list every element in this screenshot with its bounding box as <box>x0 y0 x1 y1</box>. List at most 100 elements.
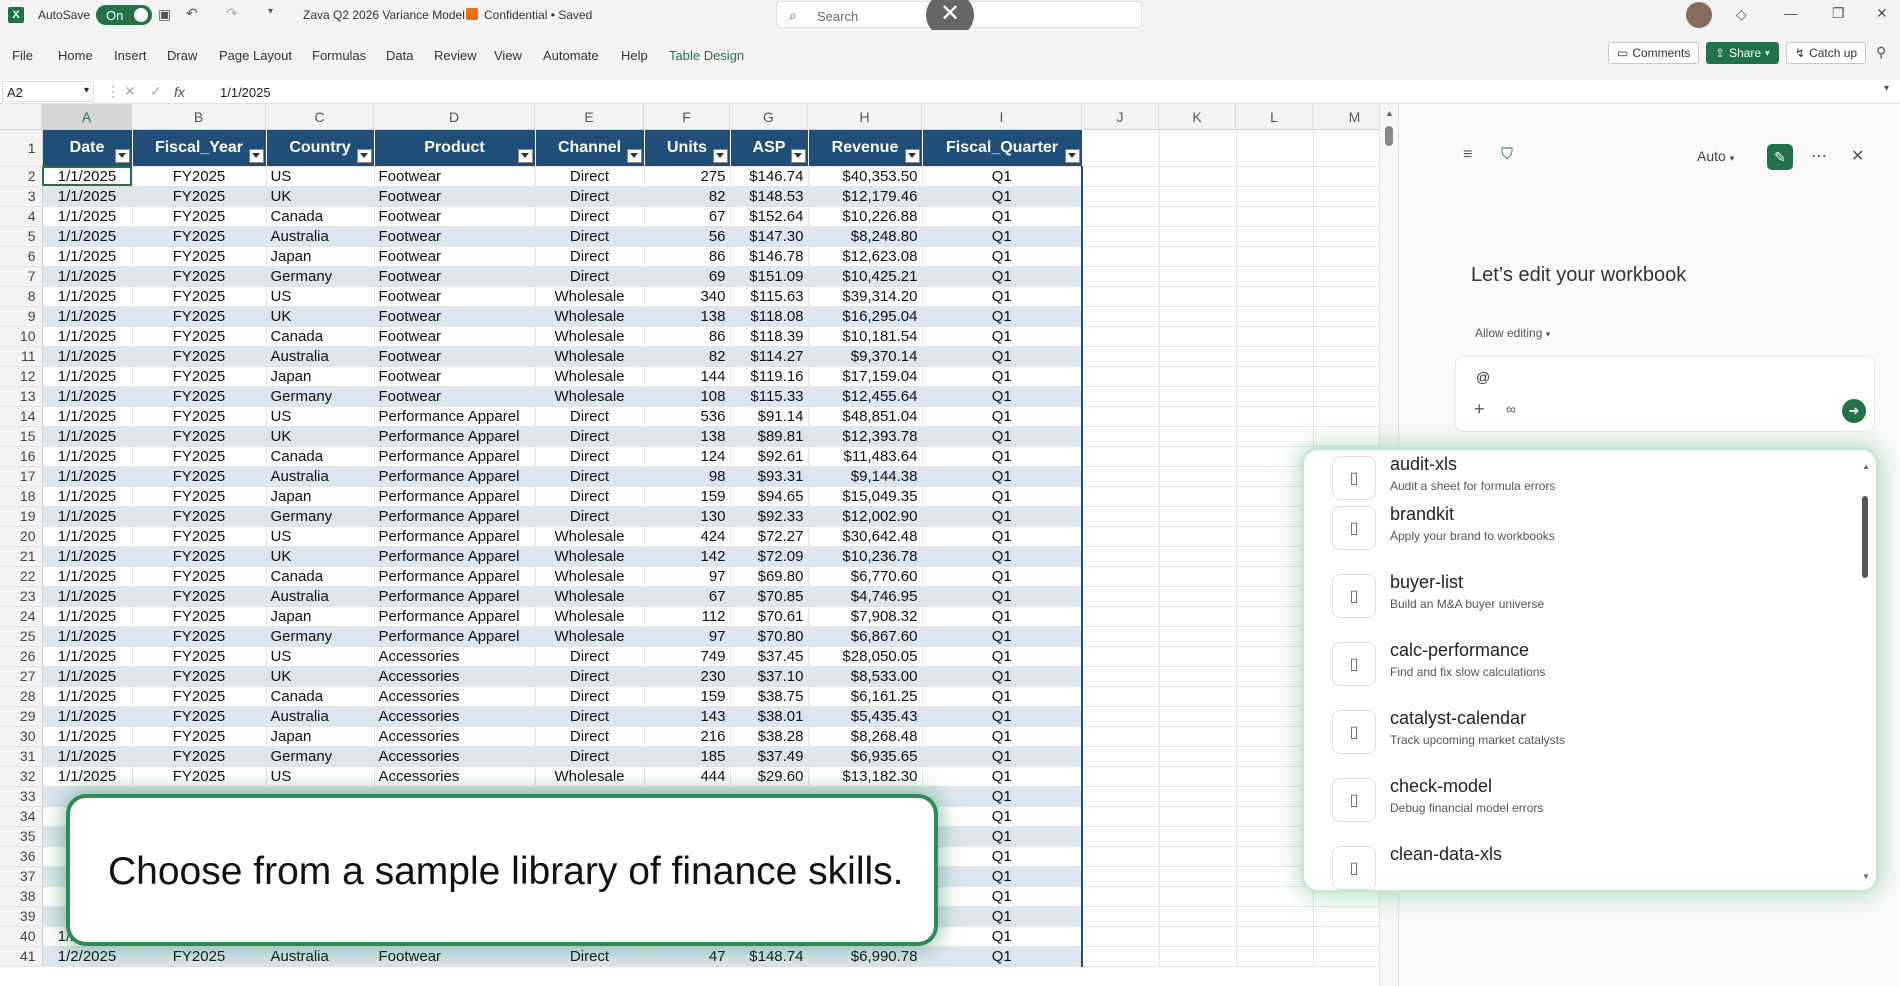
table-cell[interactable]: FY2025 <box>132 666 267 687</box>
table-cell[interactable]: Performance Apparel <box>374 506 536 527</box>
filter-dropdown-icon[interactable] <box>904 148 920 163</box>
table-cell[interactable]: FY2025 <box>132 186 267 207</box>
row-header[interactable]: 39 <box>0 906 43 927</box>
table-cell[interactable]: Performance Apparel <box>374 586 536 607</box>
empty-cell[interactable] <box>1236 206 1314 227</box>
row-header[interactable]: 35 <box>0 826 43 847</box>
new-chat-icon[interactable]: ✎ <box>1767 144 1793 170</box>
empty-cell[interactable] <box>1236 406 1314 427</box>
column-header-h[interactable]: H <box>808 104 922 130</box>
table-cell[interactable]: Footwear <box>374 386 536 407</box>
restore-icon[interactable]: ❐ <box>1832 5 1845 22</box>
empty-cell[interactable] <box>1159 466 1237 487</box>
table-cell[interactable]: Australia <box>266 706 375 727</box>
table-cell[interactable]: Q1 <box>922 946 1083 967</box>
scroll-thumb[interactable] <box>1385 126 1393 146</box>
empty-cell[interactable] <box>1159 886 1237 907</box>
empty-cell[interactable] <box>1082 466 1160 487</box>
table-cell[interactable]: Wholesale <box>535 326 645 347</box>
table-cell[interactable]: Wholesale <box>535 766 645 787</box>
attach-link-icon[interactable]: ∞ <box>1506 401 1516 417</box>
more-options-icon[interactable]: ⋯ <box>1811 146 1827 166</box>
table-cell[interactable]: 1/1/2025 <box>42 346 133 367</box>
save-icon[interactable]: ▣ <box>158 6 171 23</box>
table-cell[interactable]: Direct <box>535 446 645 467</box>
table-cell[interactable]: Q1 <box>922 826 1083 847</box>
table-cell[interactable]: Canada <box>266 686 375 707</box>
table-cell[interactable]: $148.53 <box>730 186 809 207</box>
table-cell[interactable]: 1/1/2025 <box>42 186 133 207</box>
table-cell[interactable]: 1/1/2025 <box>42 526 133 547</box>
empty-cell[interactable] <box>1082 566 1160 587</box>
empty-cell[interactable] <box>1159 446 1237 467</box>
table-cell[interactable]: 1/1/2025 <box>42 226 133 247</box>
table-cell[interactable]: Q1 <box>922 266 1083 287</box>
tab-help[interactable]: Help <box>621 48 648 63</box>
table-cell[interactable]: $4,746.95 <box>808 586 923 607</box>
row-header[interactable]: 36 <box>0 846 43 867</box>
table-cell[interactable]: $118.08 <box>730 306 809 327</box>
table-cell[interactable]: $91.14 <box>730 406 809 427</box>
table-cell[interactable]: $69.80 <box>730 566 809 587</box>
table-cell[interactable]: Germany <box>266 506 375 527</box>
table-cell[interactable]: $8,248.80 <box>808 226 923 247</box>
empty-cell[interactable] <box>1159 546 1237 567</box>
table-cell[interactable]: Q1 <box>922 326 1083 347</box>
table-cell[interactable]: Performance Apparel <box>374 446 536 467</box>
table-cell[interactable]: 1/1/2025 <box>42 566 133 587</box>
table-cell[interactable]: $12,393.78 <box>808 426 923 447</box>
table-cell[interactable]: $70.80 <box>730 626 809 647</box>
formula-input[interactable]: 1/1/2025 <box>220 85 271 100</box>
table-cell[interactable]: $10,181.54 <box>808 326 923 347</box>
table-cell[interactable]: $118.39 <box>730 326 809 347</box>
table-cell[interactable]: 67 <box>644 206 731 227</box>
table-cell[interactable]: Japan <box>266 366 375 387</box>
table-cell[interactable]: 1/1/2025 <box>42 686 133 707</box>
table-cell[interactable]: $146.78 <box>730 246 809 267</box>
table-cell[interactable]: Q1 <box>922 706 1083 727</box>
table-cell[interactable]: 424 <box>644 526 731 547</box>
empty-cell[interactable] <box>1159 326 1237 347</box>
table-cell[interactable]: Wholesale <box>535 586 645 607</box>
table-cell[interactable]: Footwear <box>374 266 536 287</box>
table-cell[interactable]: $10,425.21 <box>808 266 923 287</box>
comments-button[interactable]: ▭ Comments <box>1608 42 1700 64</box>
share-button[interactable]: ⇪ Share ▾ <box>1706 42 1779 64</box>
row-header[interactable]: 14 <box>0 406 43 427</box>
table-cell[interactable]: $6,990.78 <box>808 946 923 967</box>
empty-cell[interactable] <box>1236 130 1314 167</box>
row-header[interactable]: 23 <box>0 586 43 607</box>
row-header[interactable]: 16 <box>0 446 43 467</box>
table-cell[interactable]: US <box>266 166 375 187</box>
table-cell[interactable]: Direct <box>535 946 645 967</box>
table-cell[interactable]: Germany <box>266 386 375 407</box>
filter-dropdown-icon[interactable] <box>712 148 728 163</box>
table-cell[interactable]: Q1 <box>922 346 1083 367</box>
table-cell[interactable]: FY2025 <box>132 526 267 547</box>
row-header[interactable]: 31 <box>0 746 43 767</box>
table-cell[interactable]: 144 <box>644 366 731 387</box>
empty-cell[interactable] <box>1236 346 1314 367</box>
tab-data[interactable]: Data <box>386 48 413 63</box>
table-cell[interactable]: Footwear <box>374 206 536 227</box>
table-cell[interactable]: 1/1/2025 <box>42 446 133 467</box>
column-header-k[interactable]: K <box>1159 104 1236 130</box>
scroll-down-icon[interactable]: ▼ <box>1862 872 1870 881</box>
table-cell[interactable]: Q1 <box>922 546 1083 567</box>
row-header[interactable]: 7 <box>0 266 43 287</box>
table-cell[interactable]: 138 <box>644 306 731 327</box>
empty-cell[interactable] <box>1082 186 1160 207</box>
row-header[interactable]: 15 <box>0 426 43 447</box>
filter-dropdown-icon[interactable] <box>517 148 533 163</box>
table-cell[interactable]: $6,935.65 <box>808 746 923 767</box>
filter-dropdown-icon[interactable] <box>626 148 642 163</box>
table-cell[interactable]: Direct <box>535 466 645 487</box>
table-cell[interactable]: 97 <box>644 566 731 587</box>
table-cell[interactable]: FY2025 <box>132 466 267 487</box>
table-cell[interactable]: Q1 <box>922 866 1083 887</box>
more-icon[interactable]: ⋮ <box>106 83 120 100</box>
empty-cell[interactable] <box>1236 466 1314 487</box>
insert-function-icon[interactable]: fx <box>174 84 185 100</box>
table-cell[interactable]: FY2025 <box>132 486 267 507</box>
table-cell[interactable]: 536 <box>644 406 731 427</box>
